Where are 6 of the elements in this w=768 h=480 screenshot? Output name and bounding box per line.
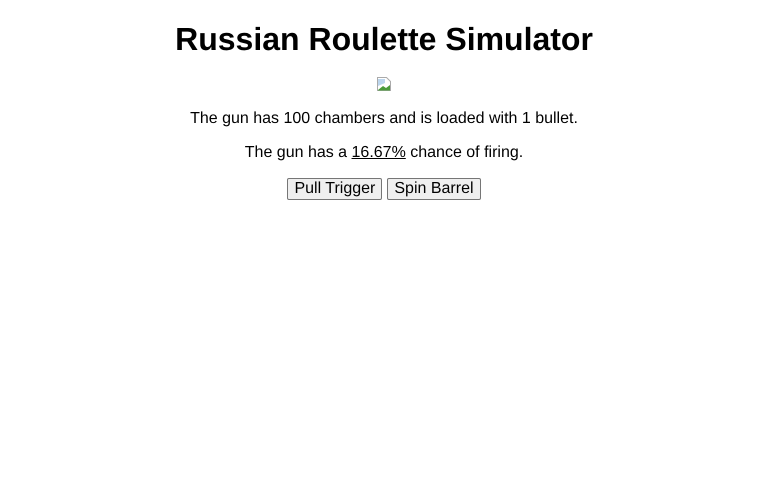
firing-chance-text: The gun has a 16.67% chance of firing. (244, 144, 524, 162)
broken-image-icon (376, 76, 392, 92)
page-title: Russian Roulette Simulator (175, 21, 593, 58)
chamber-info-text: The gun has 100 chambers and is loaded with 1 bullet. (190, 110, 578, 128)
action-button[interactable]: Spin Barrel (387, 178, 481, 200)
action-button[interactable]: Pull Trigger (287, 178, 382, 200)
